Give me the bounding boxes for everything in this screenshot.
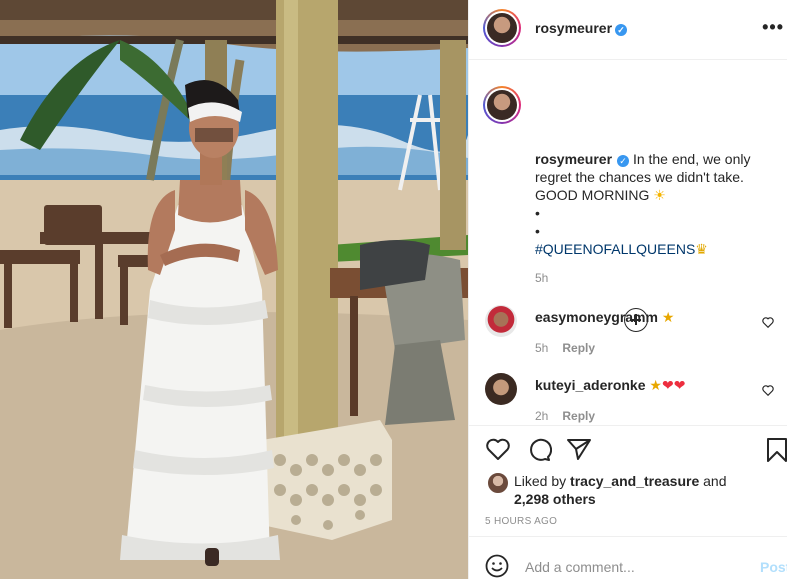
comment-time[interactable]: 2h: [535, 409, 548, 423]
post-header: rosymeurer ✓ •••: [469, 0, 787, 60]
comment-like-heart-icon[interactable]: [761, 315, 775, 329]
commenter-avatar[interactable]: [485, 305, 517, 337]
caption-line-2: GOOD MORNING: [535, 187, 650, 203]
caption-line-4: •: [535, 223, 540, 239]
author-avatar[interactable]: [483, 9, 521, 47]
bookmark-icon[interactable]: [766, 437, 787, 463]
comment-composer: Post: [469, 536, 787, 579]
comment-time[interactable]: 5h: [535, 341, 548, 355]
liker-username[interactable]: tracy_and_treasure: [570, 473, 699, 489]
more-options-icon[interactable]: •••: [762, 17, 784, 38]
post-timestamp[interactable]: 5 HOURS AGO: [485, 516, 557, 527]
verified-badge-icon: ✓: [617, 155, 630, 167]
beach-photo-illustration: [0, 0, 468, 579]
comment-text: kuteyi_aderonke ★❤❤: [535, 377, 685, 394]
action-bar: [469, 425, 787, 475]
comment-text: easymoneygramm ★: [535, 309, 674, 326]
paper-plane-icon[interactable]: [566, 437, 592, 461]
commenter-username[interactable]: kuteyi_aderonke: [535, 377, 646, 393]
comment-meta: 5h Reply: [535, 341, 609, 355]
comment-meta: 2h Reply: [535, 409, 609, 423]
star-struck-icon: ★: [649, 377, 662, 393]
comment-like-heart-icon[interactable]: [761, 383, 775, 397]
comment-item: kuteyi_aderonke ★❤❤ 2h Reply: [469, 373, 787, 433]
post-comment-button[interactable]: Post: [760, 559, 787, 575]
caption-time[interactable]: 5h: [535, 271, 548, 285]
reply-button[interactable]: Reply: [562, 409, 595, 423]
add-comment-input[interactable]: [525, 559, 725, 575]
likes-prefix: Liked by: [514, 473, 567, 489]
sun-emoji-icon: ☀: [653, 187, 666, 203]
post-sidebar: rosymeurer ✓ ••• rosymeurer ✓ In the end, …: [468, 0, 787, 579]
red-heart-icon: ❤: [661, 377, 674, 393]
author-username[interactable]: rosymeurer ✓: [535, 20, 628, 36]
caption-author-avatar[interactable]: [483, 86, 521, 124]
caption-line-3: •: [535, 205, 540, 221]
caption-text: rosymeurer ✓ In the end, we only regret t…: [535, 150, 781, 258]
red-heart-icon: ❤: [673, 377, 686, 393]
heart-outline-icon[interactable]: [485, 437, 511, 461]
likes-summary: Liked by tracy_and_treasure and 2,298 ot…: [469, 470, 787, 520]
author-username-text[interactable]: rosymeurer: [535, 20, 612, 36]
verified-badge-icon: ✓: [615, 24, 628, 36]
post-photo[interactable]: [0, 0, 468, 579]
likes-count[interactable]: 2,298 others: [514, 491, 596, 507]
likes-and: and: [703, 473, 727, 489]
star-struck-icon: ★: [661, 309, 675, 325]
crown-emoji-icon: ♛: [695, 241, 708, 257]
smiley-face-icon[interactable]: [485, 554, 509, 578]
hashtag-link[interactable]: #QUEENOFALLQUEENS: [535, 241, 695, 257]
commenter-username[interactable]: easymoneygramm: [535, 309, 658, 325]
commenter-avatar[interactable]: [485, 373, 517, 405]
likes-text: Liked by tracy_and_treasure and 2,298 ot…: [514, 472, 774, 508]
liker-avatar[interactable]: [487, 472, 509, 494]
reply-button[interactable]: Reply: [562, 341, 595, 355]
caption-area: rosymeurer ✓ In the end, we only regret t…: [469, 60, 787, 425]
caption-username[interactable]: rosymeurer: [535, 151, 612, 167]
comment-item: easymoneygramm ★ 5h Reply: [469, 305, 787, 365]
comment-bubble-icon[interactable]: [526, 437, 552, 463]
